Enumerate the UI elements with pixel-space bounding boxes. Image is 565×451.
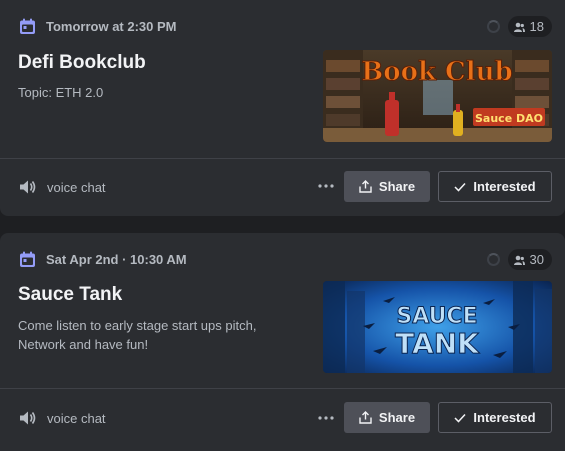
loading-spinner-icon <box>486 20 500 33</box>
cover-title-line2: TANK <box>395 327 480 360</box>
more-icon <box>318 184 334 188</box>
interested-button[interactable]: Interested <box>438 171 552 202</box>
speaker-icon <box>20 411 36 425</box>
calendar-icon <box>20 18 35 34</box>
event-location: voice chat <box>47 179 106 195</box>
event-card-sauce-tank[interactable]: Sat Apr 2nd · 10:30 AM 30 Sauce Tank Com… <box>0 233 565 451</box>
event-title: Sauce Tank <box>18 284 123 305</box>
event-cover-image: SAUCE TANK <box>323 281 552 373</box>
interested-count-badge: 18 <box>507 16 552 37</box>
interested-label: Interested <box>473 410 536 425</box>
cover-title-line1: SAUCE <box>396 304 477 329</box>
share-icon <box>359 411 372 424</box>
cover-title-text: Book Club <box>361 57 512 87</box>
share-button[interactable]: Share <box>344 171 430 202</box>
speaker-icon <box>20 180 36 194</box>
share-icon <box>359 180 372 193</box>
calendar-icon <box>20 251 35 267</box>
more-options-button[interactable] <box>316 176 336 196</box>
event-card-defi-bookclub[interactable]: Tomorrow at 2:30 PM 18 Defi Bookclub Top… <box>0 0 565 216</box>
check-icon <box>454 182 466 192</box>
event-description: Topic: ETH 2.0 <box>18 85 104 100</box>
share-button[interactable]: Share <box>344 402 430 433</box>
interested-count-badge: 30 <box>507 249 552 270</box>
people-icon <box>513 255 525 265</box>
interested-count: 30 <box>529 252 544 267</box>
event-description: Come listen to early stage start ups pit… <box>18 318 257 352</box>
more-icon <box>318 416 334 420</box>
check-icon <box>454 413 466 423</box>
share-label: Share <box>378 410 416 425</box>
event-cover-image: Book Club Sauce DAO <box>323 50 552 142</box>
cover-subtitle-text: Sauce DAO <box>475 112 543 125</box>
people-icon <box>513 22 525 32</box>
event-title: Defi Bookclub <box>18 52 146 73</box>
share-label: Share <box>378 179 416 194</box>
event-date: Sat Apr 2nd · 10:30 AM <box>46 252 187 267</box>
interested-label: Interested <box>473 179 536 194</box>
event-date: Tomorrow at 2:30 PM <box>46 19 177 34</box>
more-options-button[interactable] <box>316 408 336 428</box>
loading-spinner-icon <box>486 253 500 266</box>
interested-button[interactable]: Interested <box>438 402 552 433</box>
event-location: voice chat <box>47 410 106 426</box>
interested-count: 18 <box>529 19 544 34</box>
